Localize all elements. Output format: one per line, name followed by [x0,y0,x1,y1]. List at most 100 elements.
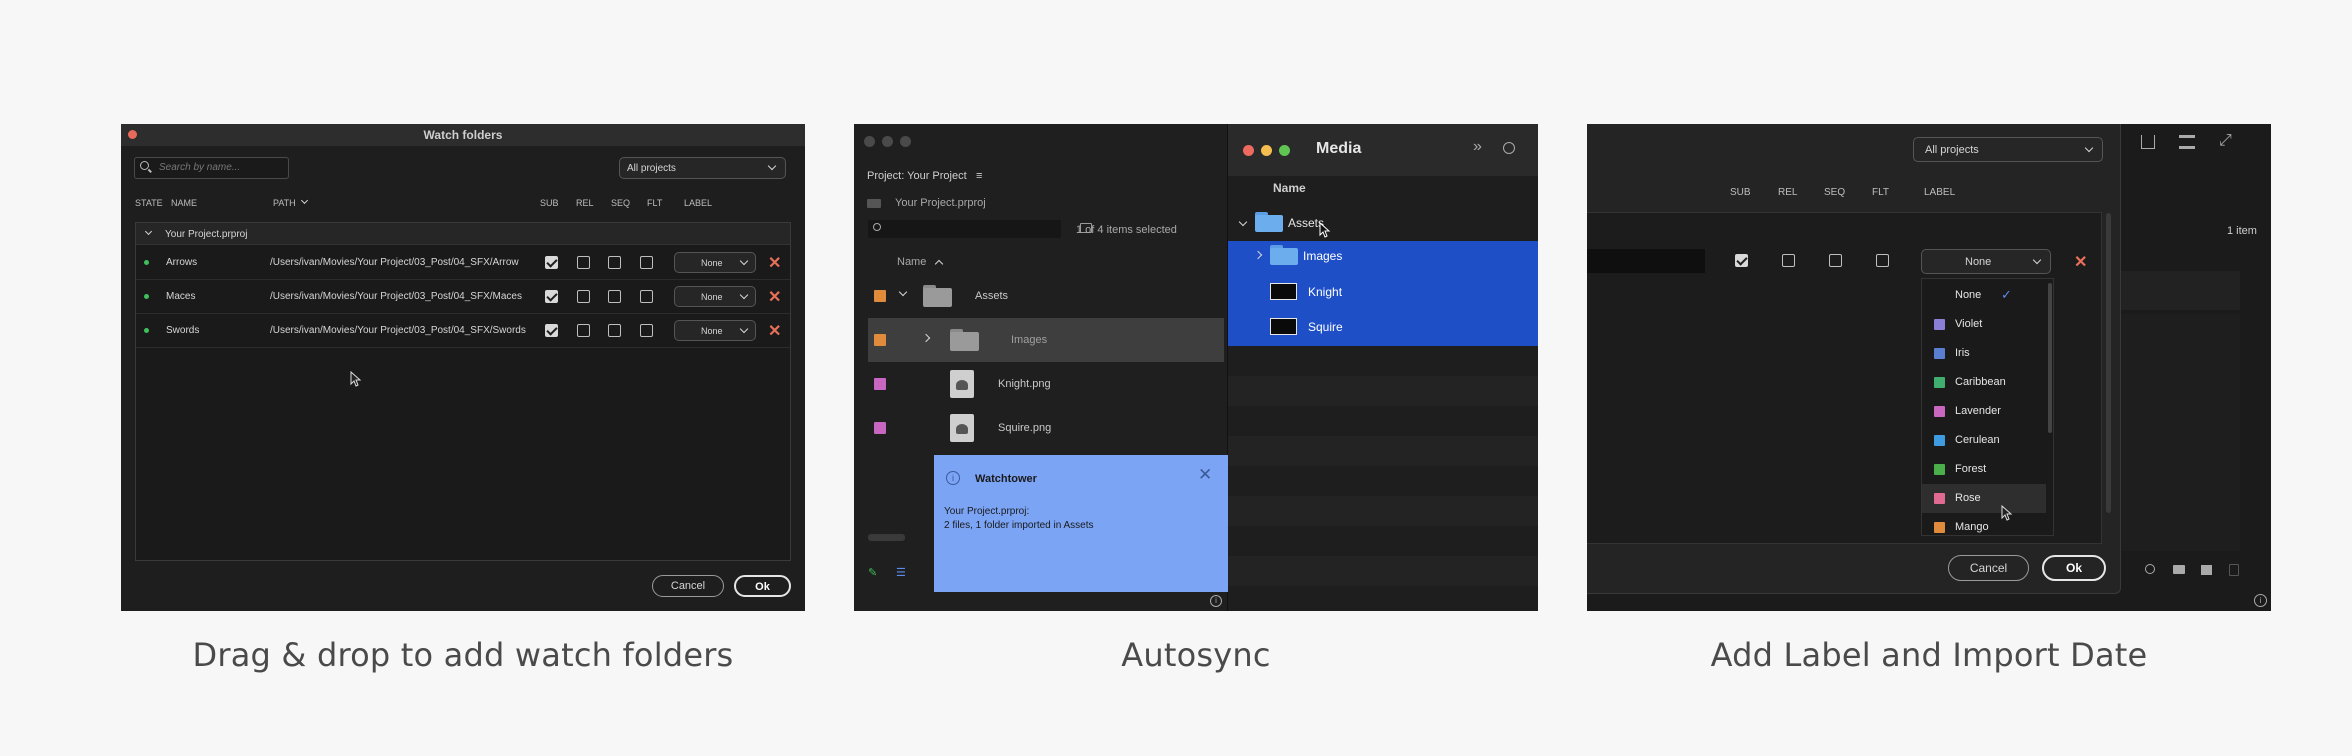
project-filter-select[interactable]: All projects [1913,137,2103,162]
scrollbar[interactable] [868,534,905,541]
minimize-window-button[interactable] [1261,145,1272,156]
folder-outline-icon[interactable] [2173,565,2185,574]
project-list-row[interactable]: Assets [868,274,1224,318]
remove-icon[interactable]: ✕ [2074,252,2087,272]
expand-chevron-icon[interactable] [1253,250,1263,260]
list-stripe [1228,376,1538,406]
ok-button[interactable]: Ok [2042,555,2106,581]
list-view-icon[interactable]: ☰ [896,566,906,579]
rel-checkbox[interactable] [577,324,590,337]
mouse-cursor-icon [350,371,362,387]
label-select[interactable]: None [674,320,756,341]
storage-icon[interactable] [2179,135,2195,149]
remove-icon[interactable]: ✕ [768,287,781,307]
trash-icon[interactable] [2229,564,2239,576]
project-search-input[interactable] [868,220,1061,238]
hamburger-menu-icon[interactable]: ≡ [976,170,982,182]
seq-checkbox[interactable] [608,256,621,269]
sub-checkbox[interactable] [1735,254,1748,267]
column-headers: SUB REL SEQ FLT LABEL [1587,187,2121,201]
info-icon[interactable]: i [1210,595,1222,607]
state-indicator [144,260,149,265]
media-list-row[interactable]: Assets [1228,208,1538,238]
new-item-icon[interactable] [2201,565,2212,575]
flt-checkbox[interactable] [640,290,653,303]
label-select[interactable]: None [674,286,756,307]
rel-checkbox[interactable] [1782,254,1795,267]
seq-checkbox[interactable] [1829,254,1842,267]
label-select[interactable]: None [1921,249,2051,274]
label-value: None [701,292,723,302]
project-list-row[interactable]: Knight.png [868,362,1224,406]
project-list-name-header[interactable]: Name [897,256,926,268]
close-icon[interactable]: ✕ [1198,465,1212,485]
label-option-cerulean[interactable]: Cerulean [1922,426,2046,455]
media-list-row-selected[interactable]: Squire [1228,311,1538,341]
flt-checkbox[interactable] [640,324,653,337]
path-field[interactable] [1587,249,1705,273]
label-option-forest[interactable]: Forest [1922,455,2046,484]
info-icon[interactable]: i [2254,594,2267,607]
col-path[interactable]: PATH [273,198,296,208]
label-value: None [701,258,723,268]
col-seq: SEQ [1824,187,1846,198]
zoom-window-button[interactable] [1279,145,1290,156]
expand-chevron-icon[interactable] [898,287,908,297]
expand-icon[interactable]: ⤢ [2219,132,2232,150]
label-select[interactable]: None [674,252,756,273]
chevron-double-right-icon[interactable]: » [1473,138,1482,156]
scrollbar[interactable] [2106,213,2111,513]
media-title: Media [1316,140,1362,157]
label-option-violet[interactable]: Violet [1922,310,2046,339]
flt-checkbox[interactable] [1876,254,1889,267]
background-row-highlight [2107,271,2240,310]
search-input[interactable]: Search by name... [134,157,289,179]
table-row[interactable]: Maces /Users/ivan/Movies/Your Project/03… [136,280,790,314]
ok-button[interactable]: Ok [734,575,791,597]
dropdown-scrollbar[interactable] [2048,283,2052,433]
label-option-none[interactable]: None ✓ [1922,281,2046,310]
label-option-iris[interactable]: Iris [1922,339,2046,368]
label-swatch [874,290,886,302]
label-option-caribbean[interactable]: Caribbean [1922,368,2046,397]
search-icon[interactable] [1503,142,1515,154]
project-list-row[interactable]: Squire.png [868,406,1224,450]
sub-checkbox[interactable] [545,324,558,337]
sub-checkbox[interactable] [545,256,558,269]
seq-checkbox[interactable] [608,324,621,337]
expand-chevron-icon[interactable] [1238,217,1248,227]
col-name[interactable]: NAME [171,198,197,208]
remove-icon[interactable]: ✕ [768,321,781,341]
seq-checkbox[interactable] [608,290,621,303]
media-list-row-selected[interactable]: Knight [1228,276,1538,306]
sub-checkbox[interactable] [545,290,558,303]
label-option-mango[interactable]: Mango [1922,513,2046,535]
export-icon[interactable] [2141,135,2155,149]
cancel-button[interactable]: Cancel [652,575,724,597]
group-row[interactable]: Your Project.prproj [136,223,790,245]
window-control[interactable] [882,136,893,147]
media-item-name: Knight [1308,285,1343,299]
search-icon[interactable] [2145,564,2155,574]
image-thumbnail-icon [1270,318,1297,335]
table-row[interactable]: Arrows /Users/ivan/Movies/Your Project/0… [136,246,790,280]
window-control[interactable] [864,136,875,147]
sort-chevron-icon [300,196,309,205]
col-rel: REL [576,198,594,208]
watchtower-notification[interactable]: i Watchtower ✕ Your Project.prproj: 2 fi… [934,455,1228,592]
project-list-row[interactable]: Images [868,318,1224,362]
project-filter-select[interactable]: All projects [619,157,786,179]
pencil-icon[interactable]: ✎ [868,566,877,579]
window-control[interactable] [900,136,911,147]
flt-checkbox[interactable] [640,256,653,269]
cancel-button[interactable]: Cancel [1948,555,2029,581]
label-option-lavender[interactable]: Lavender [1922,397,2046,426]
expand-chevron-icon[interactable] [921,333,931,343]
rel-checkbox[interactable] [577,290,590,303]
rel-checkbox[interactable] [577,256,590,269]
table-row[interactable]: Swords /Users/ivan/Movies/Your Project/0… [136,314,790,348]
media-list-row-selected[interactable]: Images [1228,241,1538,271]
close-window-button[interactable] [1243,145,1254,156]
remove-icon[interactable]: ✕ [768,253,781,273]
label-option-rose[interactable]: Rose [1922,484,2046,513]
